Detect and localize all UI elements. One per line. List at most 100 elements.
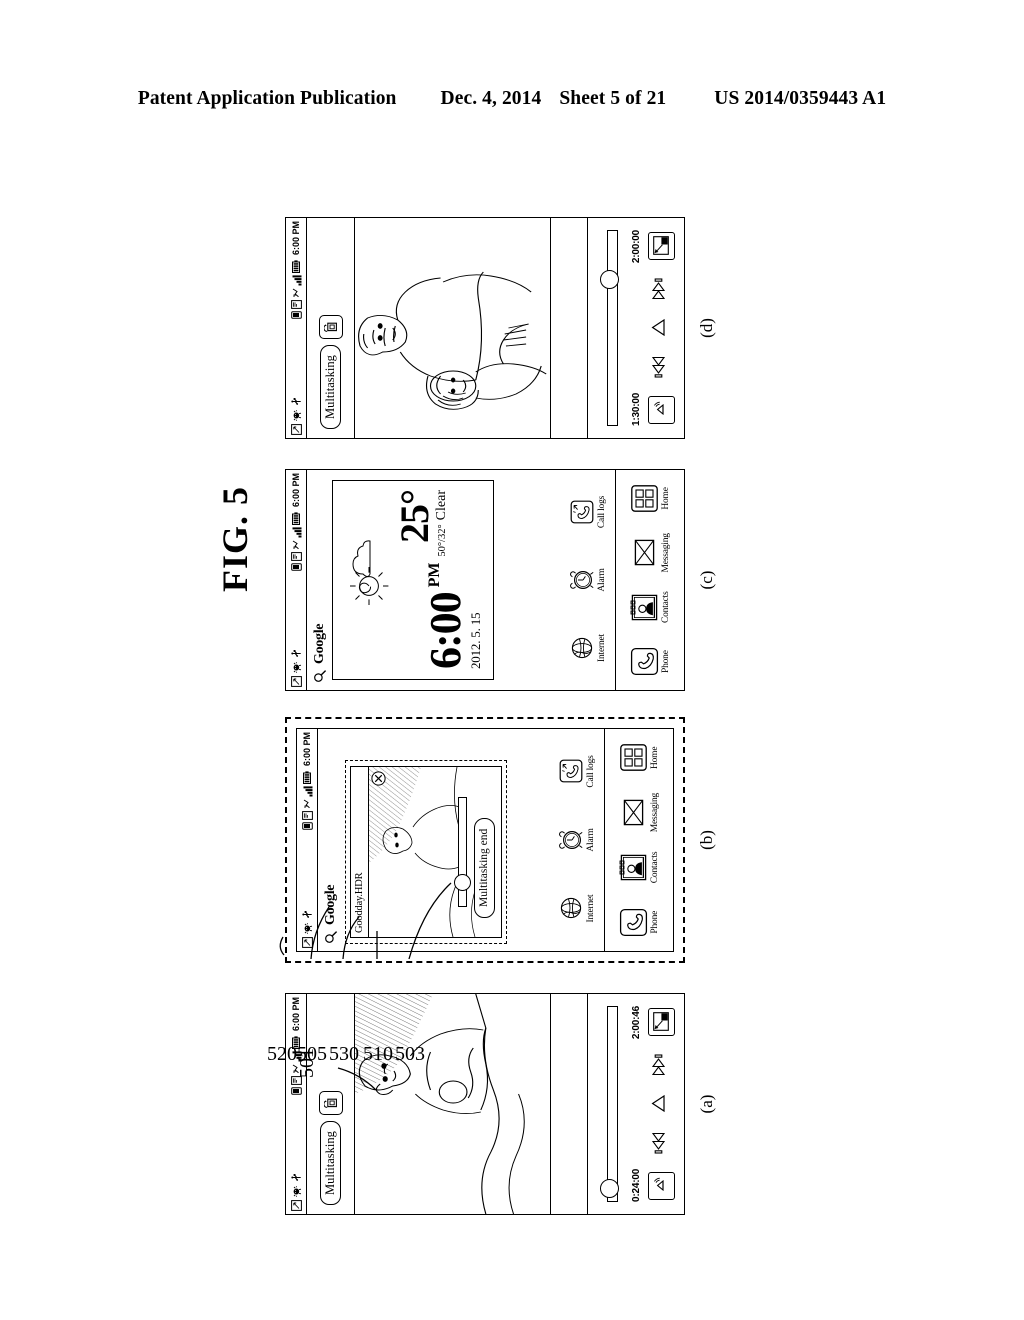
- dock-messaging[interactable]: Messaging: [618, 787, 660, 839]
- internet-globe-icon: [568, 635, 595, 662]
- app-internet[interactable]: Internet: [568, 622, 607, 674]
- app-label-internet: Internet: [586, 894, 596, 923]
- sound-icon[interactable]: [647, 1172, 675, 1200]
- reference-leader-501: [337, 1067, 377, 1091]
- sd-card-icon: [290, 300, 302, 309]
- dock-b: Phone Contacts Messaging Home: [604, 729, 673, 951]
- previous-track-icon[interactable]: [650, 356, 672, 378]
- usb-icon: [290, 648, 302, 659]
- clock-block: 6:00 PM 2012. 5. 15: [420, 562, 484, 669]
- dock-label-phone: Phone: [650, 910, 660, 934]
- status-left-icons-d: [290, 396, 302, 435]
- dock-label-messaging: Messaging: [661, 533, 671, 573]
- app-call-logs[interactable]: Call logs: [568, 486, 607, 538]
- transport-controls-d: [644, 228, 678, 428]
- dock-home[interactable]: Home: [618, 732, 660, 784]
- envelope-icon: [618, 798, 648, 828]
- play-icon[interactable]: [650, 318, 672, 339]
- app-grid-icon: [618, 743, 648, 773]
- phone-handset-icon: [618, 907, 648, 937]
- panel-b: 6:00 PM Google Goodday.HDR Multitasking …: [267, 717, 716, 1065]
- dock-label-phone: Phone: [661, 650, 671, 673]
- seek-thumb-d[interactable]: [600, 269, 619, 289]
- app-alarm[interactable]: Alarm: [568, 554, 607, 606]
- alarm-clock-icon: [568, 567, 595, 594]
- status-right-icons-d: 6:00 PM: [290, 221, 302, 319]
- publication-date: Dec. 4, 2014: [440, 88, 542, 109]
- seek-row-d[interactable]: [596, 230, 630, 426]
- android-robot-icon: [291, 662, 302, 673]
- battery-icon: [291, 512, 301, 526]
- publication-header: Patent Application Publication Dec. 4, 2…: [0, 88, 1024, 110]
- panel-letter-c: (c): [697, 570, 716, 590]
- clock-weather-widget[interactable]: 25° 50°/32°Clear 6:00 PM 2012. 5. 15: [332, 480, 494, 680]
- sheet-number: Sheet 5 of 21: [559, 88, 667, 109]
- seek-bar-a[interactable]: [607, 1006, 618, 1202]
- seek-bar-d[interactable]: [607, 230, 618, 426]
- ref-520: 520: [267, 1043, 297, 1065]
- status-bar-d: 6:00 PM: [286, 218, 307, 438]
- next-track-icon[interactable]: [650, 278, 672, 300]
- device-icon: [290, 311, 302, 319]
- search-label-c: Google: [311, 623, 327, 664]
- time-current-d: 1:30:00: [631, 392, 642, 426]
- multitasking-button-a[interactable]: Multitasking: [319, 1121, 342, 1205]
- usb-icon: [290, 1172, 302, 1183]
- app-label-alarm: Alarm: [597, 568, 607, 592]
- time-current-a: 0:24:00: [631, 1168, 642, 1202]
- video-frame-d[interactable]: [355, 218, 551, 438]
- dock-messaging[interactable]: Messaging: [629, 527, 671, 579]
- screenshot-icon: [290, 424, 302, 435]
- signal-icon: [291, 527, 302, 538]
- battery-icon: [291, 260, 301, 274]
- dock-phone[interactable]: Phone: [618, 896, 660, 948]
- dock-c: Phone Contacts Messaging Home: [615, 470, 684, 690]
- clock-time: 6:00: [420, 592, 470, 669]
- player-controls-a: 0:24:00 2:00:46: [588, 994, 684, 1214]
- device-frame-c: 6:00 PM Google 25° 50°/32°Clear 6:00 PM …: [285, 469, 685, 691]
- dock-contacts[interactable]: Contacts: [629, 581, 671, 633]
- app-label-call-logs: Call logs: [586, 755, 596, 788]
- status-time-c: 6:00 PM: [291, 473, 301, 508]
- sync-icon: [291, 288, 302, 298]
- screenshot-icon: [290, 676, 302, 687]
- screen-rotate-icon[interactable]: [318, 315, 343, 340]
- sync-icon: [291, 540, 302, 550]
- seek-row-a[interactable]: [596, 1006, 630, 1202]
- screen-mode-icon[interactable]: [647, 1008, 675, 1036]
- ref-501: 501: [296, 1048, 318, 1078]
- status-bar-c: 6:00 PM: [286, 470, 307, 690]
- play-icon[interactable]: [650, 1094, 672, 1115]
- dock-home[interactable]: Home: [629, 472, 671, 524]
- device-frame-d: 6:00 PM Multitasking 1:30:00 2:00:00: [285, 217, 685, 439]
- time-total-d: 2:00:00: [631, 230, 642, 264]
- google-search-bar-c[interactable]: Google: [307, 470, 332, 690]
- dock-label-contacts: Contacts: [650, 851, 660, 884]
- app-grid-icon: [629, 483, 659, 513]
- multitasking-button-d[interactable]: Multitasking: [319, 345, 342, 429]
- player-controls-d: 1:30:00 2:00:00: [588, 218, 684, 438]
- panel-letter-b: (b): [697, 830, 716, 850]
- dock-phone[interactable]: Phone: [629, 636, 671, 688]
- publication-label: Patent Application Publication: [137, 88, 397, 109]
- sound-icon[interactable]: [647, 396, 675, 424]
- app-label-internet: Internet: [597, 634, 607, 662]
- panel-c: 6:00 PM Google 25° 50°/32°Clear 6:00 PM …: [285, 469, 716, 691]
- dock-label-contacts: Contacts: [661, 591, 671, 624]
- app-label-call-logs: Call logs: [597, 495, 607, 529]
- weather-condition: Clear: [434, 490, 449, 521]
- screen-mode-icon[interactable]: [647, 232, 675, 260]
- time-row-a: 0:24:00 2:00:46: [631, 1006, 642, 1202]
- weather-hi-lo: 50°/32°: [437, 524, 448, 557]
- call-logs-icon: [568, 499, 595, 526]
- previous-track-icon[interactable]: [650, 1132, 672, 1154]
- figure-title: FIG. 5: [215, 485, 255, 592]
- next-track-icon[interactable]: [650, 1054, 672, 1076]
- contacts-icon: [629, 592, 659, 622]
- video-spacer-d: [551, 218, 588, 438]
- home-body-c: 25° 50°/32°Clear 6:00 PM 2012. 5. 15 Int…: [332, 470, 615, 690]
- dock-contacts[interactable]: Contacts: [618, 841, 660, 893]
- player-toolbar-d: Multitasking: [307, 218, 355, 438]
- home-screen-c: Google 25° 50°/32°Clear 6:00 PM 2012. 5.…: [307, 470, 684, 690]
- reference-leaders-b: [279, 882, 452, 960]
